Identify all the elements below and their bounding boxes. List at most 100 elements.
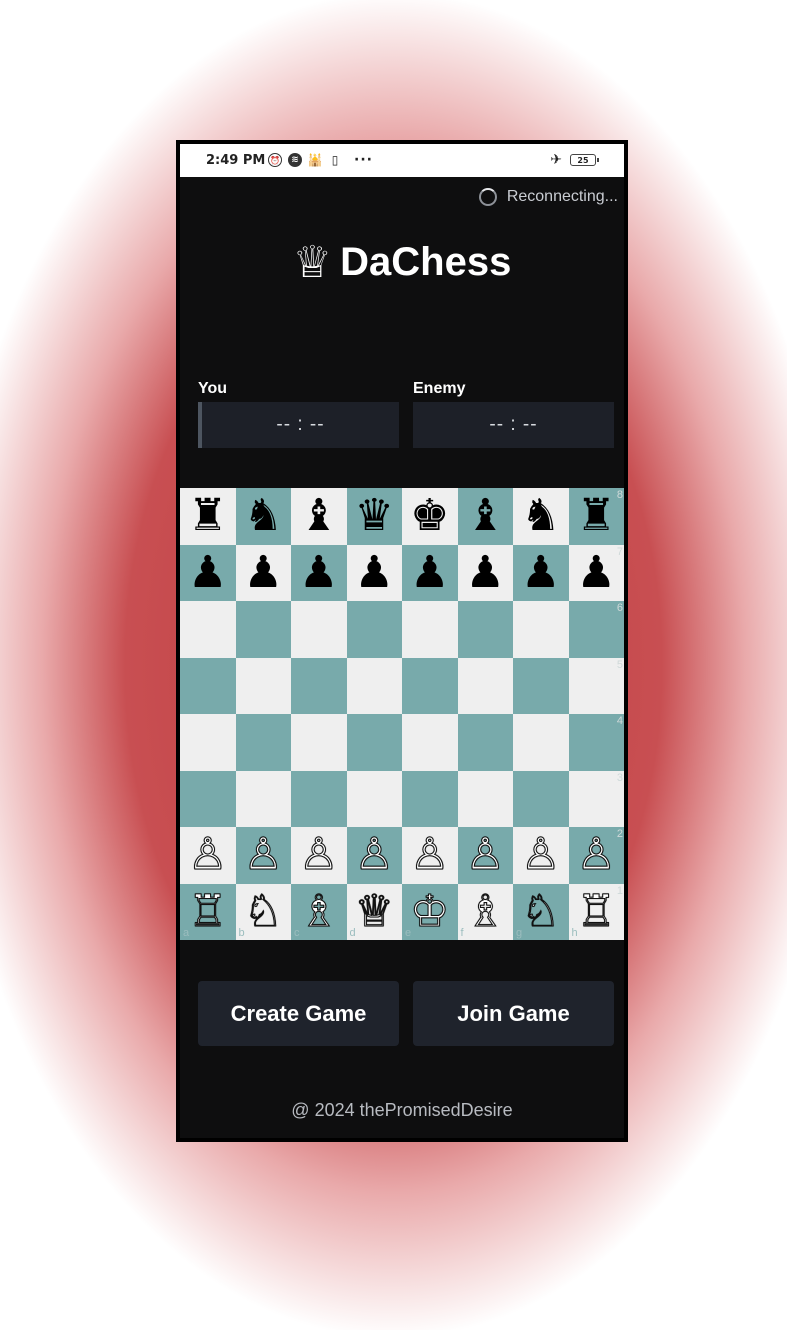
square-c4[interactable] [291,714,347,771]
chess-piece[interactable]: ♜ [577,494,616,538]
chess-piece[interactable]: ♙ [354,832,394,877]
square-b1[interactable]: ♘ b [235,883,291,940]
square-d4[interactable] [346,714,402,771]
square-h2[interactable]: ♙ 2 [568,827,624,884]
square-e1[interactable]: ♔ e [402,883,458,940]
square-d1[interactable]: ♕ d [346,883,402,940]
square-a8[interactable]: ♜ [180,488,236,545]
square-d3[interactable] [346,770,402,827]
chess-piece[interactable]: ♔ [410,889,450,934]
chess-piece[interactable]: ♟ [188,550,227,595]
chess-piece[interactable]: ♙ [243,832,283,877]
chess-piece[interactable]: ♖ [576,889,616,934]
square-e2[interactable]: ♙ [402,827,458,884]
chess-piece[interactable]: ♙ [576,832,616,877]
square-a6[interactable] [180,601,236,658]
chess-piece[interactable]: ♙ [188,832,228,877]
square-h4[interactable]: 4 [568,714,624,771]
square-b3[interactable] [235,770,291,827]
square-g4[interactable] [513,714,569,771]
square-e5[interactable] [402,657,458,714]
square-a4[interactable] [180,714,236,771]
square-g5[interactable] [513,657,569,714]
square-f7[interactable]: ♟ [457,544,513,601]
square-b6[interactable] [235,601,291,658]
square-d7[interactable]: ♟ [346,544,402,601]
chess-piece[interactable]: ♙ [465,832,505,877]
chess-piece[interactable]: ♙ [521,832,561,877]
square-b7[interactable]: ♟ [235,544,291,601]
square-g1[interactable]: ♘ g [513,883,569,940]
square-b8[interactable]: ♞ [235,488,291,545]
square-e8[interactable]: ♚ [402,488,458,545]
square-g7[interactable]: ♟ [513,544,569,601]
chess-piece[interactable]: ♚ [410,494,449,538]
chess-piece[interactable]: ♟ [410,550,449,595]
chess-piece[interactable]: ♝ [299,494,338,538]
square-c6[interactable] [291,601,347,658]
square-c3[interactable] [291,770,347,827]
square-e7[interactable]: ♟ [402,544,458,601]
square-c5[interactable] [291,657,347,714]
chess-piece[interactable]: ♙ [299,832,339,877]
create-game-button[interactable]: Create Game [198,981,399,1046]
square-d5[interactable] [346,657,402,714]
square-e3[interactable] [402,770,458,827]
square-f1[interactable]: ♗ f [457,883,513,940]
square-a3[interactable] [180,770,236,827]
square-b2[interactable]: ♙ [235,827,291,884]
square-c2[interactable]: ♙ [291,827,347,884]
chess-piece[interactable]: ♞ [521,494,560,538]
square-f8[interactable]: ♝ [457,488,513,545]
square-h3[interactable]: 3 [568,770,624,827]
square-f3[interactable] [457,770,513,827]
square-b5[interactable] [235,657,291,714]
chess-piece[interactable]: ♟ [244,550,283,595]
square-f6[interactable] [457,601,513,658]
square-g3[interactable] [513,770,569,827]
square-e6[interactable] [402,601,458,658]
square-g8[interactable]: ♞ [513,488,569,545]
chess-piece[interactable]: ♗ [299,889,339,934]
join-game-button[interactable]: Join Game [413,981,614,1046]
square-f5[interactable] [457,657,513,714]
square-h8[interactable]: ♜ 8 [568,488,624,545]
chess-piece[interactable]: ♟ [577,550,616,595]
square-h1[interactable]: ♖ 1 h [568,883,624,940]
square-d8[interactable]: ♛ [346,488,402,545]
square-c1[interactable]: ♗ c [291,883,347,940]
chess-piece[interactable]: ♕ [354,889,394,934]
chess-board[interactable]: ♜ ♞ ♝ ♛ ♚ ♝ ♞ ♜ 8 ♟ ♟ ♟ ♟ ♟ ♟ ♟ ♟ 7 6 5 4 3 ♙ ♙ ♙ ♙ ♙ ♙ ♙ ♙ 2 ♖ a ♘ b ♗ c ♕ d ♔… [180,488,624,940]
square-c7[interactable]: ♟ [291,544,347,601]
square-a7[interactable]: ♟ [180,544,236,601]
square-f4[interactable] [457,714,513,771]
chess-piece[interactable]: ♟ [299,550,338,595]
chess-piece[interactable]: ♛ [355,494,394,538]
chess-piece[interactable]: ♟ [466,550,505,595]
square-h6[interactable]: 6 [568,601,624,658]
square-f2[interactable]: ♙ [457,827,513,884]
chess-piece[interactable]: ♘ [521,889,561,934]
chess-piece[interactable]: ♟ [355,550,394,595]
square-a2[interactable]: ♙ [180,827,236,884]
chess-piece[interactable]: ♘ [243,889,283,934]
square-d2[interactable]: ♙ [346,827,402,884]
chess-piece[interactable]: ♖ [188,889,228,934]
chess-piece[interactable]: ♞ [244,494,283,538]
square-a1[interactable]: ♖ a [180,883,236,940]
square-b4[interactable] [235,714,291,771]
chess-piece[interactable]: ♙ [410,832,450,877]
square-h7[interactable]: ♟ 7 [568,544,624,601]
square-a5[interactable] [180,657,236,714]
square-h5[interactable]: 5 [568,657,624,714]
chess-piece[interactable]: ♜ [188,494,227,538]
square-e4[interactable] [402,714,458,771]
chess-piece[interactable]: ♗ [465,889,505,934]
square-g2[interactable]: ♙ [513,827,569,884]
chess-piece[interactable]: ♟ [521,550,560,595]
square-g6[interactable] [513,601,569,658]
system-icons: ✈ 25 [550,152,599,168]
square-c8[interactable]: ♝ [291,488,347,545]
chess-piece[interactable]: ♝ [466,494,505,538]
square-d6[interactable] [346,601,402,658]
